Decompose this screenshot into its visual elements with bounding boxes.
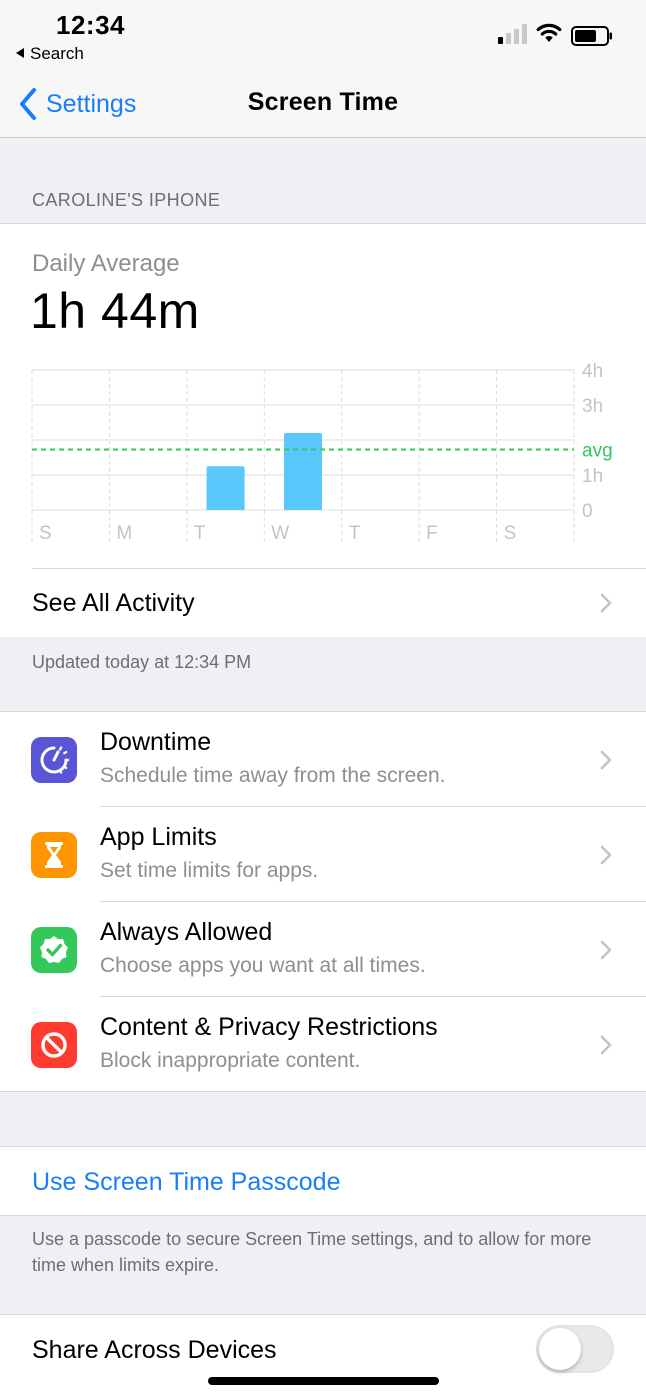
chevron-right-icon [600,845,612,865]
always-allowed-subtitle: Choose apps you want at all times. [100,954,426,977]
downtime-subtitle: Schedule time away from the screen. [100,764,446,787]
chevron-right-icon [600,1035,612,1055]
features-card: Downtime Schedule time away from the scr… [0,711,646,1092]
back-app-label: Search [30,44,84,63]
y-tick-label: 3h [582,396,603,417]
daily-average-label: Daily Average [32,250,180,277]
y-tick-label: 4h [582,361,603,382]
usage-bar [284,433,322,510]
downtime-icon [31,737,77,783]
always-allowed-row[interactable]: Always Allowed Choose apps you want at a… [0,902,646,997]
device-header: CAROLINE'S IPHONE [32,190,221,210]
updated-note: Updated today at 12:34 PM [32,652,252,672]
hourglass-icon [31,832,77,878]
share-devices-toggle[interactable] [536,1325,614,1373]
x-tick-label: M [116,523,132,544]
checkmark-badge-icon [31,927,77,973]
always-allowed-title: Always Allowed [100,918,273,946]
passcode-note: Use a passcode to secure Screen Time set… [32,1229,592,1275]
content-privacy-row[interactable]: Content & Privacy Restrictions Block ina… [0,997,646,1092]
passcode-card: Use Screen Time Passcode [0,1146,646,1216]
prohibited-icon [31,1022,77,1068]
y-tick-label: 1h [582,466,603,487]
app-limits-title: App Limits [100,823,217,851]
status-time: 12:34 [56,10,125,40]
content-privacy-title: Content & Privacy Restrictions [100,1013,438,1041]
home-indicator[interactable] [208,1377,439,1385]
x-tick-label: S [39,523,52,544]
average-label: avg [582,440,613,461]
chevron-right-icon [600,593,612,613]
usage-bar-chart[interactable]: 0 1h avg 3h 4h S M T W T F S [0,354,646,544]
chevron-right-icon [600,940,612,960]
x-tick-label: S [504,523,517,544]
y-tick-label: 0 [582,501,593,522]
toggle-knob [539,1328,581,1370]
x-tick-label: T [194,523,206,544]
daily-average-value: 1h 44m [30,283,200,339]
see-all-activity-label: See All Activity [32,589,195,617]
content-privacy-subtitle: Block inappropriate content. [100,1049,361,1072]
status-bar: 12:34 Search [0,0,646,70]
page-title: Screen Time [247,88,399,116]
cellular-signal-icon [498,24,527,44]
share-devices-card: Share Across Devices [0,1314,646,1398]
x-tick-label: W [271,523,289,544]
app-limits-row[interactable]: App Limits Set time limits for apps. [0,807,646,902]
navigation-bar: Settings Screen Time [0,70,646,138]
x-tick-label: F [426,523,438,544]
x-tick-label: T [349,523,361,544]
usage-summary-card: Daily Average 1h 44m 0 1h avg 3h 4h S M T W T F S S… [0,223,646,637]
wifi-icon [536,23,562,42]
share-devices-label: Share Across Devices [32,1336,277,1364]
downtime-row[interactable]: Downtime Schedule time away from the scr… [0,712,646,807]
chevron-right-icon [600,750,612,770]
battery-icon [571,26,612,46]
app-limits-subtitle: Set time limits for apps. [100,859,319,882]
see-all-activity-row[interactable]: See All Activity [0,569,646,637]
back-triangle-icon [16,48,24,58]
downtime-title: Downtime [100,728,212,756]
use-passcode-button[interactable]: Use Screen Time Passcode [32,1168,340,1197]
back-to-app-link[interactable]: Search [16,44,84,64]
usage-bar [206,466,245,510]
